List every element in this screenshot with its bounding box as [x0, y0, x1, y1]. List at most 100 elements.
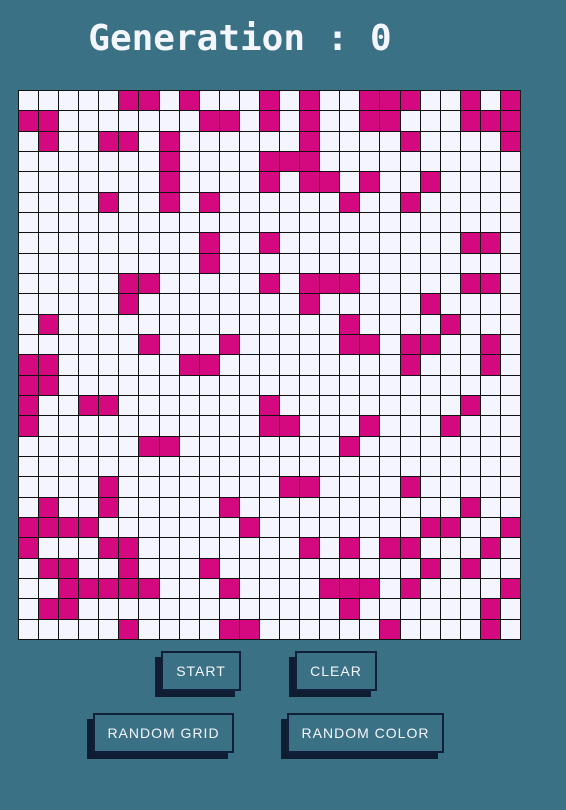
grid-cell[interactable] — [360, 253, 381, 274]
grid-cell[interactable] — [460, 579, 481, 600]
grid-cell[interactable] — [340, 274, 361, 295]
grid-cell[interactable] — [400, 91, 421, 112]
grid-cell[interactable] — [360, 131, 381, 152]
grid-cell[interactable] — [460, 619, 481, 640]
grid-cell[interactable] — [259, 436, 281, 457]
grid-cell[interactable] — [199, 477, 220, 498]
grid-cell[interactable] — [420, 579, 441, 600]
grid-cell[interactable] — [259, 111, 281, 132]
grid-cell[interactable] — [239, 599, 260, 620]
grid-cell[interactable] — [320, 375, 341, 396]
grid-cell[interactable] — [400, 579, 421, 600]
grid-cell[interactable] — [139, 213, 160, 234]
grid-cell[interactable] — [380, 172, 401, 193]
grid-cell[interactable] — [480, 619, 501, 640]
grid-cell[interactable] — [480, 518, 501, 539]
grid-cell[interactable] — [380, 233, 401, 254]
grid-cell[interactable] — [300, 416, 321, 437]
grid-cell[interactable] — [99, 416, 120, 437]
grid-cell[interactable] — [360, 355, 381, 376]
grid-cell[interactable] — [119, 579, 140, 600]
grid-cell[interactable] — [259, 558, 281, 579]
grid-cell[interactable] — [300, 497, 321, 518]
grid-cell[interactable] — [320, 355, 341, 376]
grid-cell[interactable] — [460, 91, 481, 112]
grid-cell[interactable] — [79, 599, 100, 620]
grid-cell[interactable] — [99, 192, 120, 213]
grid-cell[interactable] — [119, 213, 140, 234]
grid-cell[interactable] — [139, 457, 160, 478]
grid-cell[interactable] — [259, 355, 281, 376]
grid-cell[interactable] — [199, 375, 220, 396]
grid-cell[interactable] — [360, 579, 381, 600]
grid-cell[interactable] — [280, 558, 301, 579]
grid-cell[interactable] — [59, 538, 80, 559]
grid-cell[interactable] — [380, 396, 401, 417]
grid-cell[interactable] — [280, 172, 301, 193]
grid-cell[interactable] — [19, 314, 40, 335]
grid-cell[interactable] — [340, 375, 361, 396]
grid-cell[interactable] — [159, 172, 180, 193]
grid-cell[interactable] — [400, 416, 421, 437]
grid-cell[interactable] — [119, 538, 140, 559]
grid-cell[interactable] — [460, 355, 481, 376]
grid-cell[interactable] — [199, 335, 220, 356]
grid-cell[interactable] — [79, 91, 100, 112]
grid-cell[interactable] — [300, 355, 321, 376]
grid-cell[interactable] — [139, 375, 160, 396]
grid-cell[interactable] — [239, 233, 260, 254]
grid-cell[interactable] — [59, 477, 80, 498]
grid-cell[interactable] — [500, 497, 521, 518]
grid-cell[interactable] — [440, 314, 461, 335]
grid-cell[interactable] — [19, 233, 40, 254]
grid-cell[interactable] — [59, 396, 80, 417]
grid-cell[interactable] — [480, 355, 501, 376]
grid-cell[interactable] — [159, 355, 180, 376]
clear-button[interactable]: CLEAR — [295, 651, 377, 691]
grid-cell[interactable] — [99, 294, 120, 315]
grid-cell[interactable] — [179, 375, 200, 396]
grid-cell[interactable] — [500, 457, 521, 478]
grid-cell[interactable] — [159, 436, 180, 457]
grid-cell[interactable] — [340, 111, 361, 132]
grid-cell[interactable] — [179, 213, 200, 234]
grid-cell[interactable] — [139, 294, 160, 315]
grid-cell[interactable] — [179, 579, 200, 600]
grid-cell[interactable] — [420, 518, 441, 539]
grid-cell[interactable] — [500, 314, 521, 335]
grid-cell[interactable] — [420, 558, 441, 579]
grid-cell[interactable] — [460, 131, 481, 152]
grid-cell[interactable] — [360, 91, 381, 112]
grid-cell[interactable] — [320, 579, 341, 600]
grid-cell[interactable] — [500, 253, 521, 274]
grid-cell[interactable] — [340, 192, 361, 213]
grid-cell[interactable] — [199, 599, 220, 620]
grid-cell[interactable] — [259, 192, 281, 213]
grid-cell[interactable] — [119, 457, 140, 478]
grid-cell[interactable] — [460, 375, 481, 396]
grid-cell[interactable] — [440, 355, 461, 376]
grid-cell[interactable] — [139, 579, 160, 600]
grid-cell[interactable] — [179, 599, 200, 620]
grid-cell[interactable] — [340, 619, 361, 640]
grid-cell[interactable] — [320, 131, 341, 152]
grid-cell[interactable] — [179, 619, 200, 640]
grid-cell[interactable] — [79, 253, 100, 274]
grid-cell[interactable] — [340, 477, 361, 498]
grid-cell[interactable] — [460, 152, 481, 173]
grid-cell[interactable] — [179, 335, 200, 356]
grid-cell[interactable] — [460, 518, 481, 539]
grid-cell[interactable] — [259, 477, 281, 498]
grid-cell[interactable] — [219, 355, 240, 376]
grid-cell[interactable] — [219, 335, 240, 356]
grid-cell[interactable] — [280, 396, 301, 417]
grid-cell[interactable] — [300, 131, 321, 152]
grid-cell[interactable] — [59, 131, 80, 152]
grid-cell[interactable] — [480, 436, 501, 457]
grid-cell[interactable] — [460, 558, 481, 579]
grid-cell[interactable] — [320, 477, 341, 498]
grid-cell[interactable] — [320, 213, 341, 234]
grid-cell[interactable] — [400, 152, 421, 173]
grid-cell[interactable] — [320, 599, 341, 620]
grid-cell[interactable] — [440, 253, 461, 274]
